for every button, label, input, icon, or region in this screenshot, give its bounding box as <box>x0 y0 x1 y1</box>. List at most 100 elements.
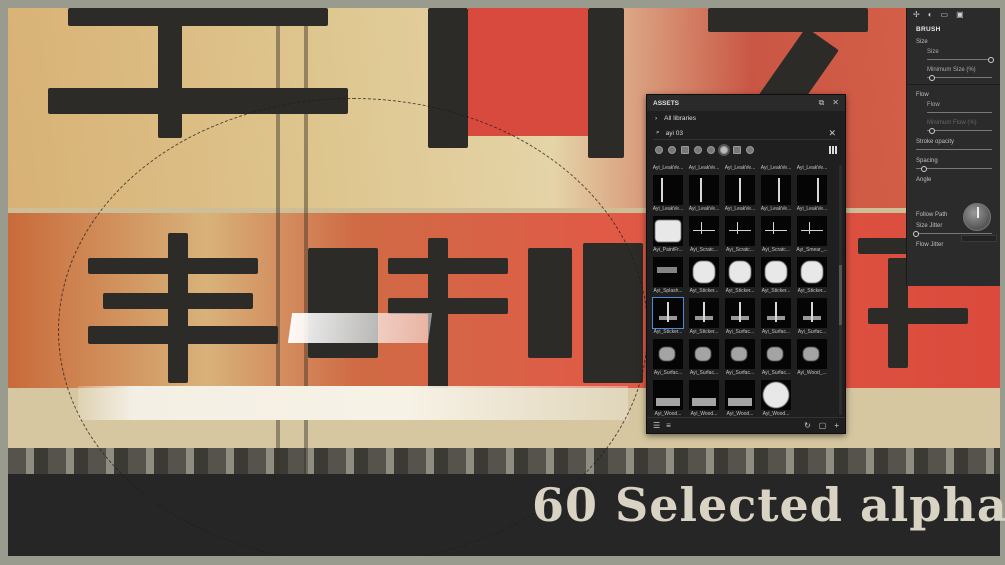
texture-icon[interactable] <box>681 146 689 154</box>
alpha-thumbnail <box>797 216 827 246</box>
alpha-preview-mark <box>700 178 702 202</box>
asset-label: Ayi_Surfac... <box>761 329 791 335</box>
asset-tile[interactable]: Ayi_Surfac... <box>651 339 685 379</box>
environment-icon[interactable] <box>746 146 754 154</box>
alpha-thumbnail <box>689 380 719 410</box>
spacing-slider[interactable] <box>916 166 992 172</box>
asset-tile[interactable]: Ayi_Sticker... <box>723 257 757 297</box>
alpha-preview-mark <box>811 302 813 322</box>
asset-label: Ayi_Sticker... <box>797 288 827 294</box>
asset-scrollbar[interactable] <box>839 165 842 415</box>
slider-knob[interactable] <box>987 57 994 63</box>
asset-tile[interactable]: Ayi_Wood... <box>759 380 793 420</box>
slider-knob[interactable] <box>929 75 936 81</box>
glyph-stroke <box>588 8 624 158</box>
alpha-thumbnail <box>761 298 791 328</box>
alpha-preview-mark <box>763 382 789 408</box>
asset-tile[interactable]: Ayi_Scratc... <box>687 216 721 256</box>
asset-label: Ayi_Scratc... <box>762 247 790 253</box>
asset-tile[interactable]: Ayi_LeakVe... <box>651 175 685 215</box>
search-input[interactable]: ayi 03 <box>666 130 683 137</box>
asset-tile[interactable]: Ayi_Wood... <box>687 380 721 420</box>
alpha-preview-mark <box>801 261 823 283</box>
alpha-preview-mark <box>765 230 787 231</box>
chevron-right-icon[interactable]: › <box>655 115 657 122</box>
asset-tile[interactable]: Ayi_Sticker... <box>795 257 829 297</box>
asset-tile[interactable]: Ayi_Wood_... <box>795 339 829 379</box>
asset-tile[interactable]: Ayi_Wood... <box>651 380 685 420</box>
material-icon[interactable] <box>668 146 676 154</box>
asset-tile[interactable]: Ayi_Sticker... <box>651 297 685 338</box>
size-slider[interactable] <box>927 57 994 63</box>
sort-icon[interactable]: ☰ <box>653 421 660 430</box>
asset-tile[interactable]: Ayi_Surfac... <box>759 339 793 379</box>
undock-icon[interactable]: ⧉ <box>819 98 825 108</box>
asset-label: Ayi_Scratc... <box>726 247 754 253</box>
window-frame: 60 Selected alphas ✢ ◐ ▭ ▣ BRUSH Size Si… <box>0 0 1005 565</box>
asset-tile[interactable]: Ayi_LeakVe... <box>795 175 829 215</box>
add-icon[interactable]: + <box>834 421 839 430</box>
flow-slider[interactable] <box>927 110 992 116</box>
grid-view-icon[interactable] <box>829 146 837 154</box>
asset-tile[interactable]: Ayi_LeakVe... <box>759 175 793 215</box>
asset-label: Ayi_LeakVe... <box>652 206 684 212</box>
asset-tile[interactable]: Ayi_Scratc... <box>759 216 793 256</box>
stencil-icon[interactable]: ▭ <box>941 10 949 20</box>
smart-material-icon[interactable] <box>694 146 702 154</box>
alpha-preview-mark <box>809 222 810 234</box>
asset-tile[interactable]: Ayi_Splash... <box>651 257 685 297</box>
search-bar[interactable]: ⌕ ayi 03 ✕ <box>653 127 839 140</box>
min-flow-slider[interactable] <box>927 128 992 134</box>
asset-label: Ayi_LeakVe... <box>760 165 792 171</box>
grunge-icon[interactable] <box>733 146 741 154</box>
library-selector[interactable]: › All libraries <box>647 111 845 125</box>
asset-tile[interactable]: Ayi_Sticker... <box>687 257 721 297</box>
alpha-preview-mark <box>667 302 669 322</box>
close-icon[interactable]: ✕ <box>832 98 839 108</box>
angle-dial[interactable] <box>963 203 991 231</box>
asset-tile[interactable]: Ayi_Scratc... <box>723 216 757 256</box>
asset-tile[interactable]: Ayi_LeakVe... <box>723 175 757 215</box>
min-flow-label: Minimum Flow (%) <box>927 120 977 126</box>
asset-label: Ayi_LeakVe... <box>796 165 828 171</box>
min-size-label: Minimum Size (%) <box>927 67 976 73</box>
asset-tile[interactable]: Ayi_PaintFr... <box>651 216 685 256</box>
brush-tip-icon[interactable]: ◐ <box>928 10 933 20</box>
alpha-thumbnail <box>761 175 791 205</box>
asset-tile[interactable]: Ayi_Surfac... <box>723 339 757 379</box>
asset-tile[interactable]: Ayi_Sticker... <box>759 257 793 297</box>
viewport-canvas[interactable] <box>8 8 1000 556</box>
asset-tile[interactable]: Ayi_Surfac... <box>795 298 829 338</box>
asset-label: Ayi_PaintFr... <box>653 247 683 253</box>
size-jitter-slider[interactable] <box>913 231 992 237</box>
slider-knob[interactable] <box>929 128 936 134</box>
alpha-thumbnail <box>689 257 719 287</box>
alpha-thumbnail <box>797 339 827 369</box>
asset-tile[interactable]: Ayi_Sticker... <box>687 298 721 338</box>
all-assets-icon[interactable] <box>655 146 663 154</box>
pin-icon[interactable]: ✢ <box>913 10 920 20</box>
filter-list-icon[interactable]: ≡ <box>666 421 671 430</box>
alpha-preview-mark <box>655 220 681 242</box>
refresh-icon[interactable]: ↻ <box>804 421 811 430</box>
asset-tile[interactable]: Ayi_Surfac... <box>759 298 793 338</box>
min-size-slider[interactable] <box>927 75 992 81</box>
asset-tile[interactable]: Ayi_Surfac... <box>723 298 757 338</box>
asset-tile[interactable]: Ayi_Smear_... <box>795 216 829 256</box>
folder-icon[interactable]: ▢ <box>819 421 827 430</box>
slider-knob[interactable] <box>920 166 927 172</box>
alpha-preview-mark <box>765 261 787 283</box>
clear-search-icon[interactable]: ✕ <box>828 128 836 139</box>
asset-tile[interactable]: Ayi_Surfac... <box>687 339 721 379</box>
stroke-opacity-slider[interactable] <box>916 147 992 153</box>
asset-tile[interactable]: Ayi_LeakVe... <box>687 175 721 215</box>
alpha-preview-mark <box>773 222 774 234</box>
material-icon[interactable]: ▣ <box>956 10 964 20</box>
alpha-thumbnail <box>725 380 755 410</box>
asset-tile[interactable]: Ayi_Wood... <box>723 380 757 420</box>
scrollbar-thumb[interactable] <box>839 265 842 325</box>
slider-knob[interactable] <box>913 231 919 237</box>
alpha-preview-mark <box>703 302 705 322</box>
brush-icon[interactable] <box>707 146 715 154</box>
alpha-icon[interactable] <box>720 146 728 154</box>
